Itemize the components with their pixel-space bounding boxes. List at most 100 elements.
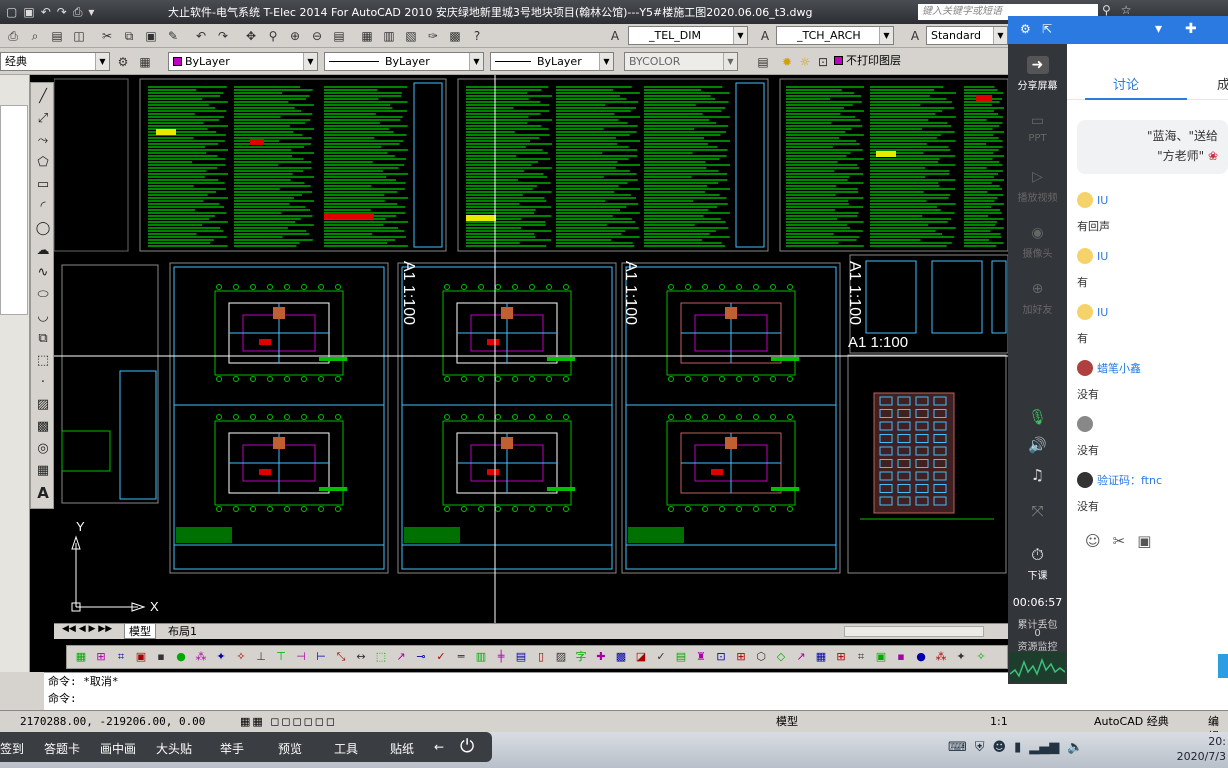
- new-file-icon[interactable]: ▢: [6, 5, 17, 20]
- tch-tool-icon[interactable]: ▥: [473, 649, 489, 665]
- gear-icon[interactable]: ⚙: [114, 52, 132, 70]
- classroom-tool-5[interactable]: 预览: [278, 740, 302, 757]
- fullscreen-icon[interactable]: ⤧: [1008, 502, 1067, 520]
- tch-tool-icon[interactable]: ▣: [873, 649, 889, 665]
- tch-tool-icon[interactable]: ◪: [633, 649, 649, 665]
- classroom-tool-1[interactable]: 答题卡: [44, 740, 80, 757]
- arc-icon[interactable]: ◜: [33, 197, 53, 217]
- tch-tool-icon[interactable]: ⊥: [253, 649, 269, 665]
- tch-tool-icon[interactable]: ⊡: [713, 649, 729, 665]
- tch-tool-icon[interactable]: ✦: [953, 649, 969, 665]
- horizontal-scrollbar[interactable]: [844, 626, 984, 637]
- keyboard-icon[interactable]: ⌨: [948, 740, 967, 755]
- tch-tool-icon[interactable]: ⊞: [733, 649, 749, 665]
- tch-tool-icon[interactable]: ⊸: [413, 649, 429, 665]
- make-block-icon[interactable]: ⬚: [33, 351, 53, 371]
- revcloud-icon[interactable]: ☁: [33, 241, 53, 261]
- ellipse-icon[interactable]: ⬭: [33, 285, 53, 305]
- classroom-tool-3[interactable]: 大头贴: [156, 740, 192, 757]
- message-author[interactable]: 蜡笔小鑫: [1077, 360, 1227, 378]
- palette-list[interactable]: [0, 105, 28, 315]
- model-space-label[interactable]: 模型: [776, 714, 798, 729]
- sun-icon[interactable]: ☼: [796, 52, 814, 70]
- spline-icon[interactable]: ∿: [33, 263, 53, 283]
- table-style-icon[interactable]: A: [906, 26, 924, 44]
- pin-icon[interactable]: ✚: [1185, 21, 1197, 37]
- lineweight-select[interactable]: ByLayer ▼: [490, 52, 614, 71]
- pan-icon[interactable]: ✥: [242, 26, 260, 44]
- network-icon[interactable]: ⛨: [975, 740, 985, 755]
- tch-tool-icon[interactable]: ●: [173, 649, 189, 665]
- tch-tool-icon[interactable]: ♜: [693, 649, 709, 665]
- tch-tool-icon[interactable]: ▯: [533, 649, 549, 665]
- color-select[interactable]: ByLayer ▼: [168, 52, 318, 71]
- tch-tool-icon[interactable]: ⌗: [113, 649, 129, 665]
- sheet-set-icon[interactable]: ▧: [402, 26, 420, 44]
- tch-tool-icon[interactable]: ▦: [813, 649, 829, 665]
- hatch-icon[interactable]: ▨: [33, 395, 53, 415]
- lightbulb-icon[interactable]: ✹: [778, 52, 796, 70]
- tch-tool-icon[interactable]: ✧: [973, 649, 989, 665]
- ppt-button[interactable]: ▭ PPT: [1008, 112, 1067, 144]
- collapse-icon[interactable]: ▾: [1155, 21, 1162, 37]
- classroom-tool-7[interactable]: 贴纸: [390, 740, 414, 757]
- tch-tool-icon[interactable]: ⊤: [273, 649, 289, 665]
- ellipse-arc-icon[interactable]: ◡: [33, 307, 53, 327]
- tch-tool-icon[interactable]: ▪: [893, 649, 909, 665]
- line-icon[interactable]: ╱: [33, 87, 53, 107]
- classroom-tool-6[interactable]: 工具: [334, 740, 358, 757]
- table-icon[interactable]: ▦: [33, 461, 53, 481]
- message-author[interactable]: IU: [1077, 304, 1227, 322]
- classroom-tool-4[interactable]: 举手: [220, 740, 244, 757]
- tch-tool-icon[interactable]: ⊢: [313, 649, 329, 665]
- message-author[interactable]: [1077, 416, 1227, 434]
- zoom-previous-icon[interactable]: ⊖: [308, 26, 326, 44]
- tch-tool-icon[interactable]: ═: [453, 649, 469, 665]
- redo-icon[interactable]: ↷: [214, 26, 232, 44]
- tch-tool-icon[interactable]: ⬚: [373, 649, 389, 665]
- tch-tool-icon[interactable]: ⁂: [193, 649, 209, 665]
- tch-tool-icon[interactable]: ▦: [73, 649, 89, 665]
- text-style-icon[interactable]: A: [606, 26, 624, 44]
- layer-select[interactable]: 不打印图层: [830, 52, 1008, 71]
- tab-members[interactable]: 成: [1217, 74, 1228, 93]
- classbar-collapse-icon[interactable]: ←: [434, 740, 444, 754]
- print-preview-icon[interactable]: ⌕: [26, 26, 44, 44]
- workspace-switch[interactable]: AutoCAD 经典: [1094, 714, 1169, 729]
- tablestyle-select[interactable]: Standard ▼: [926, 26, 1008, 45]
- dropdown-icon[interactable]: ▾: [88, 5, 94, 20]
- linetype-select[interactable]: ByLayer ▼: [324, 52, 484, 71]
- polygon-icon[interactable]: ⬠: [33, 153, 53, 173]
- tch-tool-icon[interactable]: 字: [573, 649, 589, 665]
- qq-icon[interactable]: ☻: [993, 740, 1007, 755]
- undo-icon[interactable]: ↶: [192, 26, 210, 44]
- command-input[interactable]: 命令:: [44, 690, 1228, 707]
- tch-tool-icon[interactable]: ↔: [353, 649, 369, 665]
- plot-icon[interactable]: ⎙: [4, 26, 22, 44]
- drawing-canvas[interactable]: A1 1:100 A1 1:100 A1 1:100 A1 1:100 Y X: [54, 75, 1008, 623]
- construction-line-icon[interactable]: ⤢: [33, 109, 53, 129]
- annotation-scale[interactable]: 1:1: [990, 714, 1008, 729]
- redo-icon[interactable]: ↷: [57, 5, 67, 20]
- tch-tool-icon[interactable]: ▤: [513, 649, 529, 665]
- tch-tool-icon[interactable]: ✚: [593, 649, 609, 665]
- share-screen-button[interactable]: ➜ 分享屏幕: [1008, 56, 1067, 92]
- markup-icon[interactable]: ✑: [424, 26, 442, 44]
- textstyle-select[interactable]: _TCH_ARCH ▼: [776, 26, 894, 45]
- message-author[interactable]: IU: [1077, 192, 1227, 210]
- quickcalc-icon[interactable]: ▩: [446, 26, 464, 44]
- point-icon[interactable]: ·: [33, 373, 53, 393]
- tch-tool-icon[interactable]: ▨: [553, 649, 569, 665]
- settings-icon[interactable]: ⚙: [1020, 22, 1031, 36]
- microphone-icon[interactable]: 🎙: [1008, 408, 1067, 426]
- image-icon[interactable]: ▣: [1137, 532, 1151, 550]
- tch-tool-icon[interactable]: ✓: [433, 649, 449, 665]
- tab-discussion[interactable]: 讨论: [1113, 74, 1139, 93]
- camera-button[interactable]: ◉ 摄像头: [1008, 224, 1067, 260]
- tch-tool-icon[interactable]: ╪: [493, 649, 509, 665]
- send-button[interactable]: [1218, 654, 1228, 678]
- region-icon[interactable]: ◎: [33, 439, 53, 459]
- message-author[interactable]: 验证码：ftnc: [1077, 472, 1227, 490]
- tab-model[interactable]: 模型: [124, 624, 156, 639]
- tch-tool-icon[interactable]: ⬡: [753, 649, 769, 665]
